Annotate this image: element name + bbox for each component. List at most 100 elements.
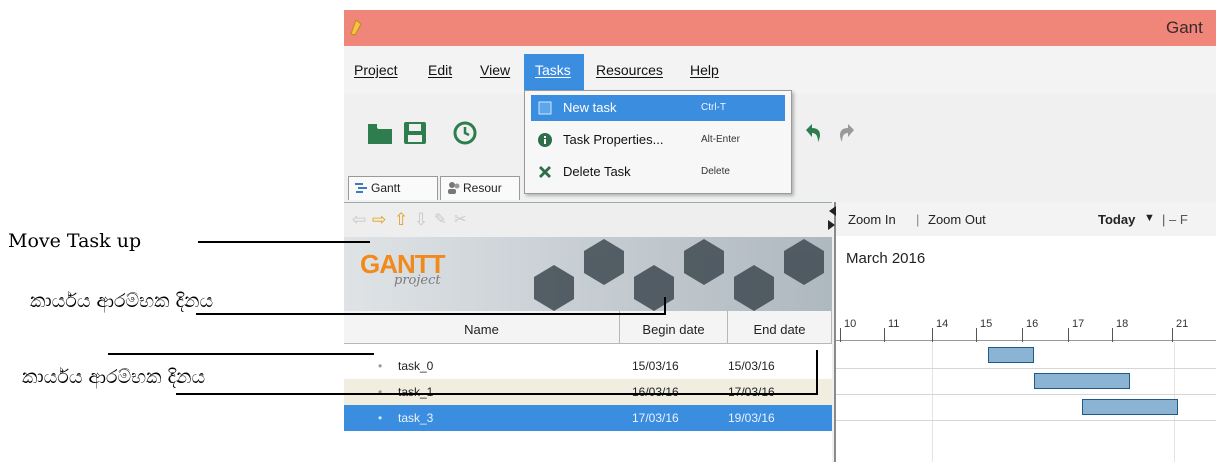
menu-item-delete-task[interactable]: Delete Task Delete <box>531 159 785 185</box>
task-end-date: 17/03/16 <box>728 385 775 399</box>
day-tick <box>1112 328 1113 342</box>
task-nav-toolbar: ⇦ ⇨ ⇧ ⇩ ✎ ✂ <box>344 203 832 237</box>
menu-edit[interactable]: Edit <box>428 62 452 78</box>
menu-item-label: Delete Task <box>563 164 631 179</box>
annotation-leader-line <box>108 353 374 355</box>
day-label: 16 <box>1026 318 1039 330</box>
open-project-icon[interactable] <box>366 120 394 146</box>
column-name[interactable]: Name <box>344 311 620 343</box>
annotation-leader-line <box>664 297 666 315</box>
new-task-icon <box>538 101 552 115</box>
gantt-tab-icon <box>355 183 367 193</box>
menu-help[interactable]: Help <box>690 62 719 78</box>
hexagon-pattern <box>534 239 824 311</box>
info-icon <box>538 133 552 147</box>
table-row[interactable]: • task_1 16/03/16 17/03/16 <box>344 379 832 405</box>
menu-item-label: New task <box>563 100 617 115</box>
annotation-leader-line <box>198 241 370 243</box>
link-icon[interactable]: ✎ <box>434 210 447 228</box>
menu-item-label: Task Properties... <box>563 132 664 147</box>
redo-icon[interactable] <box>834 120 860 146</box>
task-name: task_3 <box>398 411 434 425</box>
chart-body <box>836 342 1216 462</box>
title-bar: Gant <box>344 10 1216 46</box>
chart-nav-partial: | – F <box>1162 212 1188 227</box>
move-task-down-icon[interactable]: ⇩ <box>414 210 428 230</box>
menu-tasks[interactable]: Tasks <box>535 62 571 78</box>
annotation-begin-date-2: කාර්යය ආරම්භක දිනය <box>22 366 206 388</box>
ganttproject-logo-sub: project <box>394 273 441 288</box>
save-project-icon[interactable] <box>402 120 428 146</box>
task-table-header: Name Begin date End date <box>344 311 832 344</box>
task-bar[interactable] <box>988 347 1034 363</box>
task-bullet: • <box>378 411 383 425</box>
day-label: 11 <box>888 318 900 330</box>
chart-timeline-header: March 2016 10 11 14 15 16 17 18 21 <box>836 236 1216 342</box>
today-dropdown-icon[interactable]: ▼ <box>1144 212 1155 224</box>
table-row[interactable]: • task_0 15/03/16 15/03/16 <box>344 353 832 379</box>
column-begin-date[interactable]: Begin date <box>620 311 728 343</box>
task-begin-date: 16/03/16 <box>632 385 679 399</box>
day-label: 18 <box>1116 318 1129 330</box>
gantt-project-banner: GANTT project <box>344 237 832 311</box>
task-end-date: 19/03/16 <box>728 411 775 425</box>
zoom-in-button[interactable]: Zoom In <box>848 212 896 227</box>
move-right-icon[interactable]: ⇨ <box>372 210 386 230</box>
task-end-date: 15/03/16 <box>728 359 775 373</box>
gantt-chart-pane: Zoom In | Zoom Out Today ▼ | – F March 2… <box>828 202 1216 462</box>
day-label: 14 <box>936 318 949 330</box>
annotation-begin-date-1: කාර්යය ආරම්භක දිනය <box>30 290 214 312</box>
annotation-move-task-up: Move Task up <box>8 230 142 252</box>
task-bar[interactable] <box>1034 373 1130 389</box>
unlink-icon[interactable]: ✂ <box>454 210 467 228</box>
table-row-selected[interactable]: • task_3 17/03/16 19/03/16 <box>344 405 832 431</box>
today-button[interactable]: Today <box>1098 212 1135 227</box>
move-left-icon[interactable]: ⇦ <box>352 210 366 230</box>
app-icon <box>350 19 362 36</box>
delete-icon <box>539 166 551 178</box>
tab-resources[interactable]: Resour <box>440 176 520 200</box>
resources-tab-icon <box>448 182 460 194</box>
day-tick <box>840 328 841 342</box>
day-label: 15 <box>980 318 993 330</box>
window-title: Gant <box>1166 18 1203 37</box>
day-tick <box>1068 328 1069 342</box>
annotation-leader-line <box>816 350 818 395</box>
undo-icon[interactable] <box>800 120 826 146</box>
menu-item-shortcut: Delete <box>701 166 730 177</box>
zoom-out-button[interactable]: Zoom Out <box>928 212 986 227</box>
move-task-up-icon[interactable]: ⇧ <box>394 210 408 230</box>
menu-resources[interactable]: Resources <box>596 62 663 78</box>
chart-toolbar: Zoom In | Zoom Out Today ▼ | – F <box>836 202 1216 236</box>
task-bullet: • <box>378 385 383 399</box>
task-name: task_0 <box>398 359 434 373</box>
menu-item-shortcut: Ctrl-T <box>701 102 726 113</box>
task-name: task_1 <box>398 385 434 399</box>
annotation-leader-line <box>176 393 818 395</box>
clock-icon[interactable] <box>452 120 478 146</box>
day-label: 17 <box>1072 318 1085 330</box>
pane-collapse-icon[interactable] <box>828 204 836 234</box>
menu-project[interactable]: Project <box>354 62 398 78</box>
task-bullet: • <box>378 359 383 373</box>
menu-bar: Project Edit View Tasks Resources Help <box>344 46 1216 94</box>
month-label: March 2016 <box>846 250 926 267</box>
timeline-baseline <box>836 340 1216 341</box>
task-bar[interactable] <box>1082 399 1178 415</box>
annotation-leader-line <box>196 313 666 315</box>
menu-view[interactable]: View <box>480 62 510 78</box>
task-begin-date: 15/03/16 <box>632 359 679 373</box>
menu-item-new-task[interactable]: New task Ctrl-T <box>531 95 785 121</box>
tab-gantt-label: Gantt <box>371 181 401 195</box>
tab-gantt[interactable]: Gantt <box>348 176 438 200</box>
zoom-separator: | <box>916 212 920 227</box>
menu-item-task-properties[interactable]: Task Properties... Alt-Enter <box>531 127 785 153</box>
column-end-date[interactable]: End date <box>728 311 832 343</box>
task-tree-pane: ⇦ ⇨ ⇧ ⇩ ✎ ✂ GANTT project Name Begin dat… <box>344 202 832 462</box>
day-tick <box>1172 328 1173 342</box>
day-label: 21 <box>1176 318 1189 330</box>
day-tick <box>1022 328 1023 342</box>
day-tick <box>884 328 885 342</box>
day-label: 10 <box>844 318 857 330</box>
day-tick <box>976 328 977 342</box>
